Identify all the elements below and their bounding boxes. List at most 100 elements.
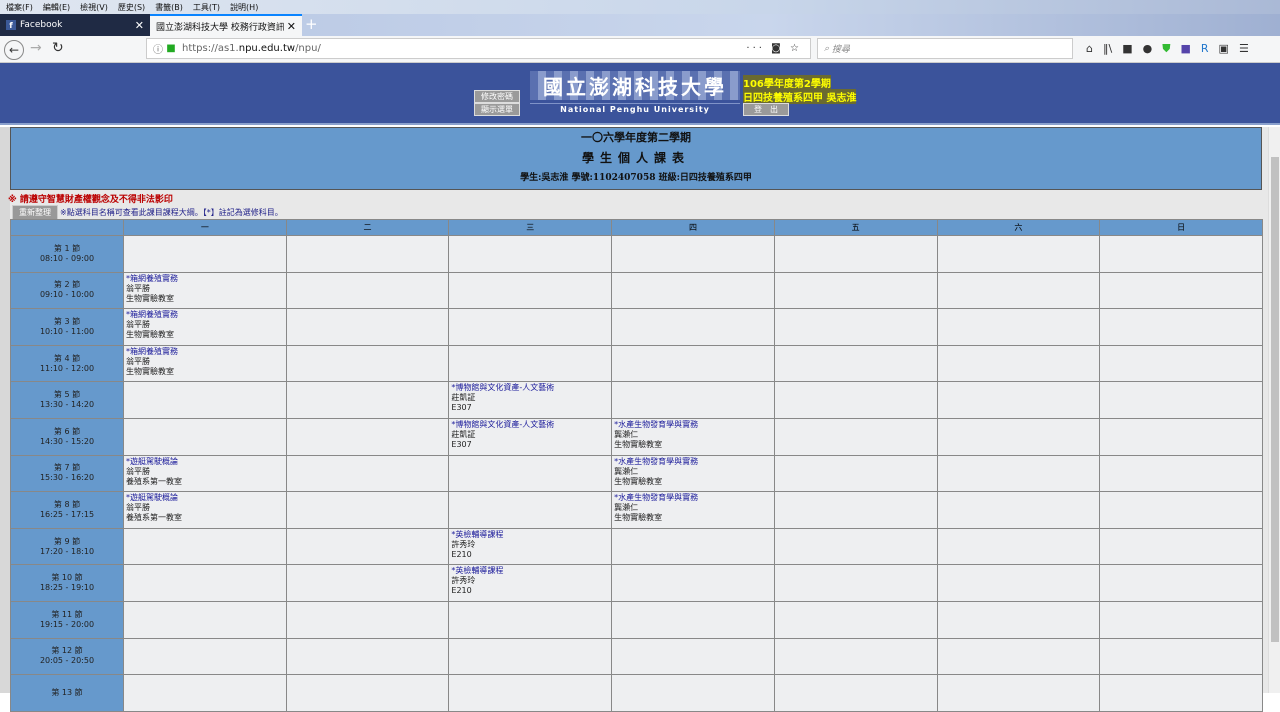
course-room: 生物實驗教室 — [126, 330, 174, 340]
course-name-link[interactable]: *水產生物發育學與實務 — [614, 420, 772, 430]
menu-item[interactable]: 歷史(S) — [118, 2, 145, 13]
schedule-cell: *箱網養殖實務 翁平勝 生物實驗教室 — [123, 271, 287, 310]
facebook-icon: f — [6, 20, 16, 30]
menu-item[interactable]: 說明(H) — [230, 2, 258, 13]
show-menu-button[interactable]: 顯示選單 — [474, 103, 520, 116]
change-password-button[interactable]: 修改密碼 — [474, 90, 520, 103]
schedule-cell — [1099, 235, 1263, 273]
library-icon[interactable]: ‖\ — [1103, 42, 1112, 56]
schedule-cell — [936, 417, 1101, 456]
period-cell: 第 4 節 11:10 - 12:00 — [10, 344, 124, 383]
schedule-cell — [611, 271, 775, 310]
schedule-cell — [1099, 637, 1263, 676]
course-name-link[interactable]: *英檢輔導課程 — [451, 566, 609, 576]
reload-page-button[interactable]: ↻ — [52, 40, 64, 56]
search-input[interactable]: ⌕ 搜尋 — [817, 38, 1073, 59]
day-header — [10, 219, 124, 236]
schedule-cell — [773, 637, 938, 676]
day-header: 四 — [611, 219, 775, 236]
course-name-link[interactable]: *水產生物發育學與實務 — [614, 457, 772, 467]
sidebar-icon[interactable]: ▣ — [1219, 42, 1229, 56]
day-header: 一 — [123, 219, 287, 236]
schedule-cell — [285, 235, 450, 273]
extension-icon[interactable]: ■ — [1122, 42, 1132, 56]
menu-item[interactable]: 編輯(E) — [43, 2, 70, 13]
course-name-link[interactable]: *博物館與文化資產-人文藝術 — [451, 383, 609, 393]
period-cell: 第 3 節 10:10 - 11:00 — [10, 308, 124, 346]
course-name-link[interactable]: *博物館與文化資產-人文藝術 — [451, 420, 609, 430]
schedule-cell — [123, 235, 287, 273]
table-row: 第 10 節 18:25 - 19:10 *英檢輔導課程 許秀玲 E210 — [10, 564, 1263, 602]
schedule-cell — [773, 491, 938, 529]
hamburger-menu-icon[interactable]: ☰ — [1239, 42, 1249, 56]
school-name-en: National Penghu University — [530, 103, 740, 114]
course-room: 生物實驗教室 — [614, 476, 663, 486]
day-header: 五 — [773, 219, 938, 236]
course-teacher: 許秀玲 — [451, 576, 476, 586]
schedule-cell — [611, 600, 775, 639]
bookmark-star-icon[interactable]: ☆ — [790, 43, 802, 54]
back-button[interactable]: ← — [4, 40, 24, 60]
refresh-button[interactable]: 重新整理 — [12, 205, 58, 220]
logout-button[interactable]: 登 出 — [743, 103, 789, 116]
course-room: 生物實驗教室 — [614, 513, 663, 523]
period-label: 第 3 節 — [53, 316, 81, 326]
course-name-link[interactable]: *英檢輔導課程 — [451, 530, 609, 540]
course-room: 養殖系第一教室 — [126, 513, 182, 523]
course-name-link[interactable]: *箱網養殖實務 — [126, 274, 284, 284]
more-icon[interactable]: ··· — [746, 43, 765, 54]
new-tab-button[interactable]: + — [305, 15, 318, 33]
schedule-cell — [123, 564, 287, 602]
day-header: 日 — [1099, 219, 1263, 236]
day-header-row: 一二三四五六日 — [10, 219, 1263, 236]
menu-item[interactable]: 工具(T) — [193, 2, 220, 13]
menu-item[interactable]: 檢視(V) — [80, 2, 108, 13]
url-bar[interactable]: ⓘ ■ https://as1. npu.edu.tw/npu/ ··· ◙ ☆ — [146, 38, 811, 59]
table-row: 第 3 節 10:10 - 11:00 *箱網養殖實務 翁平勝 生物實驗教室 — [10, 308, 1263, 346]
course-name-link[interactable]: *遊艇駕駛概論 — [126, 457, 284, 467]
pocket-icon[interactable]: ◙ — [771, 43, 784, 54]
course-name-link[interactable]: *箱網養殖實務 — [126, 347, 284, 357]
schedule-cell — [448, 637, 613, 676]
purple-extension-icon[interactable]: ■ — [1180, 42, 1190, 56]
course-name-link[interactable]: *水產生物發育學與實務 — [614, 493, 772, 503]
course-room: 生物實驗教室 — [126, 293, 174, 303]
tab-label: 國立澎湖科技大學 校務行政資訊系 — [156, 22, 284, 33]
tab-npu[interactable]: 國立澎湖科技大學 校務行政資訊系 ✕ — [150, 14, 302, 36]
schedule-cell — [285, 454, 450, 493]
schedule-cell — [936, 235, 1101, 273]
schedule-cell — [285, 381, 450, 419]
period-label: 第 6 節 — [53, 426, 81, 436]
table-row: 第 1 節 08:10 - 09:00 — [10, 235, 1263, 273]
close-tab-icon[interactable]: ✕ — [287, 20, 296, 33]
course-name-link[interactable]: *箱網養殖實務 — [126, 310, 284, 320]
day-header: 六 — [936, 219, 1101, 236]
table-row: 第 8 節 16:25 - 17:15 *遊艇駕駛概論 翁平勝 養殖系第一教室 *水產生物… — [10, 491, 1263, 529]
close-tab-icon[interactable]: ✕ — [135, 19, 144, 32]
scrollbar[interactable] — [1268, 127, 1280, 693]
period-time: 10:10 - 11:00 — [39, 326, 95, 336]
course-name-link[interactable]: *遊艇駕駛概論 — [126, 493, 284, 503]
schedule-cell — [1099, 491, 1263, 529]
info-icon[interactable]: ⓘ — [153, 41, 163, 56]
menu-item[interactable]: 檔案(F) — [6, 2, 33, 13]
scrollbar-thumb[interactable] — [1271, 157, 1279, 642]
day-header: 二 — [285, 219, 450, 236]
tab-facebook[interactable]: f Facebook ✕ — [0, 14, 150, 36]
schedule-cell — [611, 308, 775, 346]
circle-extension-icon[interactable]: ● — [1143, 42, 1153, 56]
nav-bar: ← → ↻ ⓘ ■ https://as1. npu.edu.tw/npu/ ··… — [0, 36, 1280, 63]
schedule-cell — [448, 271, 613, 310]
forward-button[interactable]: → — [30, 40, 42, 56]
period-cell: 第 8 節 16:25 - 17:15 — [10, 491, 124, 529]
schedule-cell — [285, 344, 450, 383]
schedule-cell: *博物館與文化資產-人文藝術 莊凱証 E307 — [448, 417, 613, 456]
menu-item[interactable]: 書籤(B) — [155, 2, 183, 13]
url-path: /npu/ — [295, 43, 321, 54]
course-teacher: 翁平勝 — [126, 356, 150, 366]
schedule-cell — [285, 491, 450, 529]
r-extension-icon[interactable]: R — [1201, 42, 1209, 56]
home-icon[interactable]: ⌂ — [1086, 42, 1093, 56]
shield-icon[interactable]: ⛊ — [1162, 42, 1170, 56]
table-row: 第 12 節 20:05 - 20:50 — [10, 637, 1263, 676]
